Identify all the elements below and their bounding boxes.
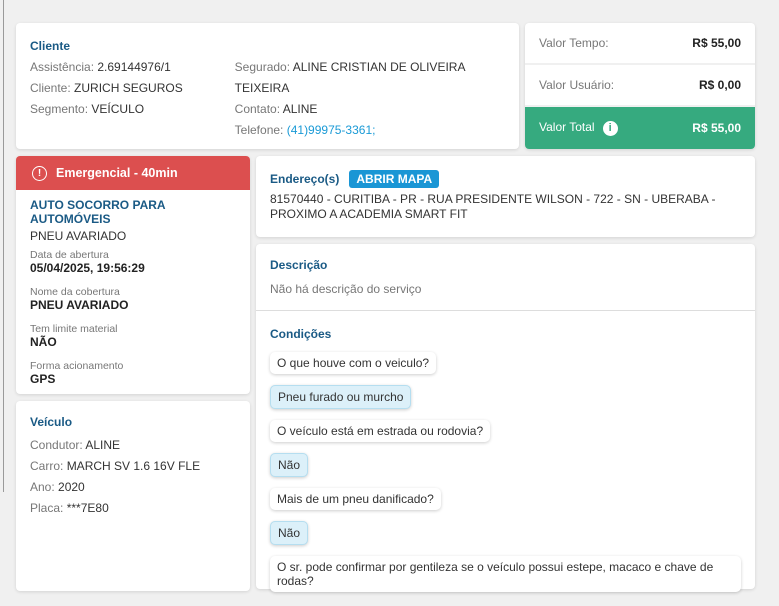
activation-method: GPS bbox=[30, 372, 56, 386]
label: Ano: bbox=[30, 480, 55, 494]
contato-field: Contato: ALINE bbox=[235, 99, 505, 120]
value: 2.69144976/1 bbox=[97, 60, 171, 74]
value: VEÍCULO bbox=[91, 102, 145, 116]
value: R$ 55,00 bbox=[692, 121, 741, 135]
urgency-label: Emergencial - 40min bbox=[56, 166, 178, 180]
label: Valor Total bbox=[539, 120, 595, 135]
label: Condutor: bbox=[30, 438, 83, 452]
value: ALINE bbox=[282, 102, 318, 116]
segmento-field: Segmento: VEÍCULO bbox=[30, 99, 235, 120]
label: Tem limite material bbox=[30, 323, 118, 335]
condutor-field: Condutor: ALINE bbox=[30, 435, 236, 456]
cliente-field: Cliente: ZURICH SEGUROS bbox=[30, 78, 235, 99]
label: Cliente: bbox=[30, 81, 71, 95]
valor-usuario-row: Valor Usuário: R$ 0,00 bbox=[525, 65, 755, 107]
condition-answer: Pneu furado ou murcho bbox=[270, 385, 412, 409]
condition-question: Mais de um pneu danificado? bbox=[270, 488, 441, 510]
label: Segurado: bbox=[234, 60, 291, 74]
conditions-list: O que houve com o veiculo? Pneu furado ou… bbox=[270, 341, 741, 592]
address-text: 81570440 - CURITIBA - PR - RUA PRESIDENT… bbox=[270, 192, 716, 221]
label: Valor Usuário: bbox=[539, 78, 615, 92]
label: Forma acionamento bbox=[30, 360, 124, 372]
vehicle-title: Veículo bbox=[30, 415, 73, 429]
label: Data de abertura bbox=[30, 249, 109, 261]
service-type: AUTO SOCORRO PARA AUTOMÓVEIS bbox=[30, 198, 166, 226]
description-card: Descrição Não há descrição do serviço Co… bbox=[256, 244, 755, 592]
telefone-field: Telefone: (41)99975-3361; bbox=[235, 120, 505, 141]
address-card: Endereço(s) ABRIR MAPA 81570440 - CURITIB… bbox=[256, 156, 755, 237]
service-subtype: PNEU AVARIADO bbox=[30, 229, 127, 243]
vehicle-card: Veículo Condutor: ALINE Carro: MARCH SV … bbox=[16, 401, 250, 591]
value: MARCH SV 1.6 16V FLE bbox=[66, 459, 201, 473]
ano-field: Ano: 2020 bbox=[30, 477, 236, 498]
opening-date: 05/04/2025, 19:56:29 bbox=[30, 261, 145, 275]
condition-question: O que houve com o veiculo? bbox=[270, 352, 437, 374]
address-title: Endereço(s) bbox=[270, 172, 340, 186]
client-card: Cliente Assistência: 2.69144976/1 Client… bbox=[16, 23, 519, 149]
valor-total-row: Valor Total i R$ 55,00 bbox=[525, 107, 755, 149]
description-text: Não há descrição do serviço bbox=[270, 282, 422, 296]
label: Segmento: bbox=[30, 102, 89, 116]
label: Nome da cobertura bbox=[30, 286, 120, 298]
service-card: ! Emergencial - 40min AUTO SOCORRO PARA A… bbox=[16, 156, 250, 394]
conditions-title: Condições bbox=[270, 327, 332, 341]
label: Valor Tempo: bbox=[539, 36, 609, 50]
client-title: Cliente bbox=[30, 39, 71, 53]
label: Carro: bbox=[30, 459, 64, 473]
urgency-badge: ! Emergencial - 40min bbox=[16, 156, 250, 190]
phone-link[interactable]: (41)99975-3361; bbox=[287, 123, 376, 137]
values-card: Valor Tempo: R$ 55,00 Valor Usuário: R$ 0,… bbox=[525, 23, 755, 149]
condition-question: O veículo está em estrada ou rodovia? bbox=[270, 420, 491, 442]
label: Contato: bbox=[234, 102, 281, 116]
value: ZURICH SEGUROS bbox=[74, 81, 183, 95]
value: 2020 bbox=[58, 480, 85, 494]
alert-icon: ! bbox=[32, 165, 47, 181]
material-limit: NÃO bbox=[30, 335, 57, 349]
condition-question: O sr. pode confirmar por gentileza se o … bbox=[270, 556, 741, 592]
label: Assistência: bbox=[30, 60, 95, 74]
value: ALINE bbox=[85, 438, 121, 452]
open-map-button[interactable]: ABRIR MAPA bbox=[349, 170, 440, 188]
carro-field: Carro: MARCH SV 1.6 16V FLE bbox=[30, 456, 236, 477]
placa-field: Placa: ***7E80 bbox=[30, 498, 236, 519]
condition-answer: Não bbox=[270, 521, 309, 545]
coverage-name: PNEU AVARIADO bbox=[30, 298, 129, 312]
condition-answer: Não bbox=[270, 453, 309, 477]
valor-tempo-row: Valor Tempo: R$ 55,00 bbox=[525, 23, 755, 65]
segurado-field: Segurado: ALINE CRISTIAN DE OLIVEIRA TEI… bbox=[235, 57, 505, 99]
value: R$ 0,00 bbox=[698, 78, 741, 92]
value: ***7E80 bbox=[66, 501, 109, 515]
label: Placa: bbox=[30, 501, 64, 515]
left-divider bbox=[3, 0, 4, 492]
info-icon[interactable]: i bbox=[602, 120, 618, 136]
description-title: Descrição bbox=[270, 258, 328, 272]
label: Telefone: bbox=[234, 123, 284, 137]
assistencia-field: Assistência: 2.69144976/1 bbox=[30, 57, 235, 78]
value: R$ 55,00 bbox=[692, 36, 741, 50]
